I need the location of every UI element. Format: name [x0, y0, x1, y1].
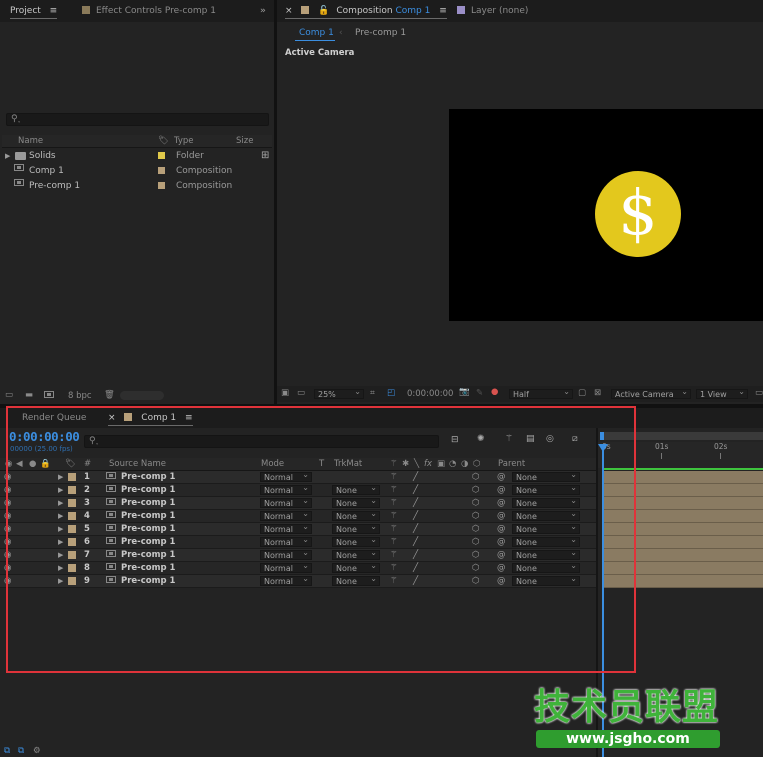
expand-arrow-icon[interactable]: ▶ — [5, 149, 10, 163]
roi-icon[interactable]: ▢ — [578, 388, 586, 398]
watermark-text: 技术员联盟 — [534, 687, 720, 728]
color-channels-icon[interactable]: ● — [491, 387, 498, 397]
composition-footer: ▣ ▭ 25% ⌗ ◰ 0:00:00:00 📷 ✎ ● Half ▢ ⊠ Ac… — [277, 386, 763, 402]
folder-icon — [15, 152, 26, 160]
ruler-label-02s: 02s — [714, 442, 728, 451]
tab-effect-controls[interactable]: Effect Controls Pre-comp 1 — [82, 4, 216, 18]
new-folder-icon[interactable]: ▬ — [25, 390, 33, 400]
view-layout-select[interactable]: 1 View — [696, 387, 748, 399]
zoom-select[interactable]: 25% — [314, 387, 364, 399]
project-search-input[interactable]: ⚲˯ — [6, 113, 269, 126]
ruler-label-01s: 01s — [655, 442, 669, 451]
new-composition-icon[interactable] — [44, 390, 57, 400]
timecode-readout[interactable]: 0:00:00:00 — [407, 389, 453, 399]
search-icon: ⚲˯ — [11, 114, 21, 124]
trash-icon[interactable]: 🗑 — [104, 390, 115, 400]
menu-icon[interactable]: ≡ — [50, 6, 58, 16]
label-swatch[interactable] — [158, 152, 165, 159]
tab-composition[interactable]: × 🔓 Composition Comp 1 ≡ — [285, 4, 447, 19]
column-type[interactable]: Type — [174, 135, 194, 147]
watermark-url: www.jsgho.com — [536, 730, 720, 748]
breadcrumb-pre-comp-1[interactable]: Pre-comp 1 — [355, 28, 406, 38]
project-column-header: Name 🏷 Type Size — [2, 135, 272, 148]
transfer-controls-icon[interactable]: ⧉ — [18, 746, 24, 756]
region-icon[interactable]: ⌗ — [370, 388, 375, 398]
breadcrumb-underline — [295, 40, 335, 41]
camera-select[interactable]: Active Camera — [611, 387, 691, 399]
highlight-frame — [6, 406, 636, 673]
dollar-sign: $ — [618, 176, 658, 249]
panel-expand-icon[interactable]: » — [260, 4, 266, 18]
show-snapshot-icon[interactable]: ✎ — [476, 388, 483, 398]
thumbnail-slider[interactable] — [120, 391, 164, 400]
tab-layer[interactable]: Layer (none) — [457, 4, 528, 18]
always-preview-icon[interactable]: ▣ — [281, 388, 289, 398]
project-panel: Project ≡ Effect Controls Pre-comp 1 » ⚲… — [0, 0, 274, 404]
monitor-icon[interactable]: ▭ — [297, 388, 305, 398]
project-item[interactable]: Comp 1 Composition — [0, 164, 262, 178]
project-tabbar: Project ≡ Effect Controls Pre-comp 1 » — [0, 0, 274, 22]
project-footer: ▭ ▬ 8 bpc 🗑 — [0, 390, 274, 402]
camera-snapshot-icon[interactable]: 📷 — [459, 387, 470, 397]
effect-swatch — [82, 6, 90, 14]
transparency-grid-icon[interactable]: ◰ — [387, 388, 395, 398]
lock-icon[interactable]: 🔓 — [318, 6, 329, 16]
ruler-tick — [720, 453, 721, 459]
composition-tabbar: × 🔓 Composition Comp 1 ≡ Layer (none) — [277, 0, 763, 22]
layer-swatch — [457, 6, 465, 14]
stretch-icon[interactable]: ⚙ — [33, 746, 41, 756]
resolution-select[interactable]: Half — [509, 387, 573, 399]
flowchart-icon[interactable]: ⊞ — [261, 150, 269, 161]
composition-panel: × 🔓 Composition Comp 1 ≡ Layer (none) Co… — [277, 0, 763, 404]
breadcrumb-comp-1[interactable]: Comp 1 — [299, 28, 334, 38]
bpc-label[interactable]: 8 bpc — [68, 391, 92, 401]
dollar-coin: $ — [595, 171, 681, 257]
toggle-transparency-icon[interactable]: ⊠ — [594, 388, 601, 398]
label-swatch[interactable] — [158, 182, 165, 189]
label-swatch[interactable] — [158, 167, 165, 174]
layer-switches-icon[interactable]: ⧉ — [4, 746, 10, 756]
interpret-footage-icon[interactable]: ▭ — [5, 390, 13, 400]
column-name[interactable]: Name — [18, 135, 43, 147]
view-label: Active Camera — [285, 48, 355, 58]
project-item[interactable]: ▶ Solids Folder — [0, 149, 262, 163]
project-item[interactable]: Pre-comp 1 Composition — [0, 179, 262, 193]
ruler-tick — [661, 453, 662, 459]
menu-icon[interactable]: ≡ — [439, 6, 447, 16]
label-tag-icon[interactable]: 🏷 — [158, 135, 169, 147]
timeline-icon[interactable]: ▭ — [755, 388, 763, 398]
column-size[interactable]: Size — [236, 135, 253, 147]
comp-swatch — [301, 6, 310, 14]
close-icon[interactable]: × — [285, 6, 293, 16]
breadcrumb-separator: ‹ — [339, 28, 343, 38]
tab-project[interactable]: Project ≡ — [10, 4, 58, 19]
comp-viewer[interactable]: $ — [449, 109, 763, 321]
watermark: 技术员联盟 www.jsgho.com — [534, 688, 724, 752]
